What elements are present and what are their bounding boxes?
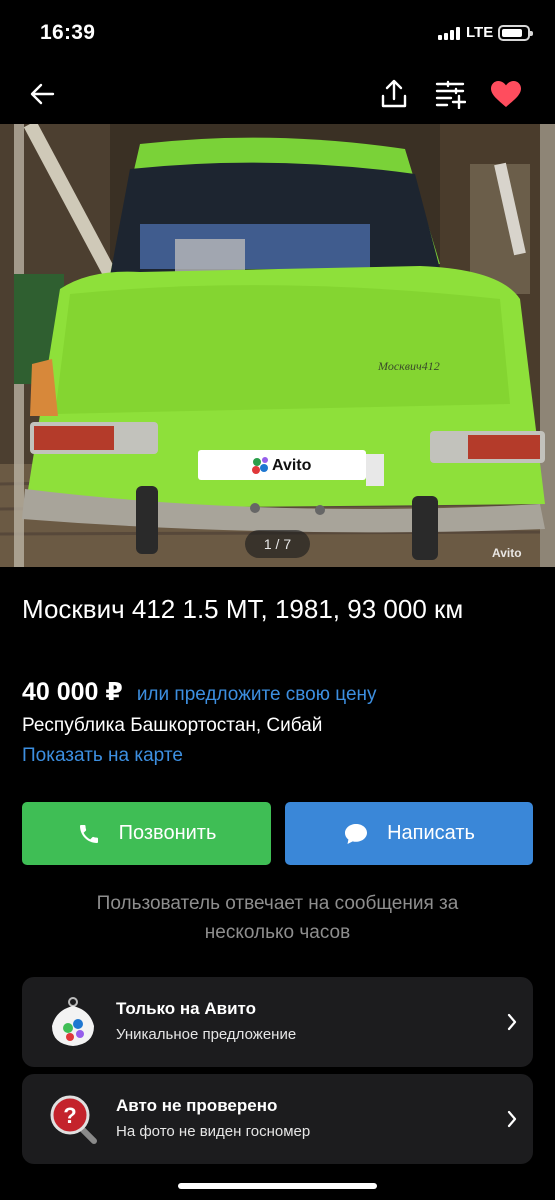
status-bar: 16:39 LTE — [0, 0, 555, 64]
svg-text:?: ? — [63, 1103, 76, 1128]
card-title: Авто не проверено — [116, 1096, 278, 1115]
phone-icon — [77, 822, 101, 846]
listing-photo[interactable]: Москвич412 Avito 1 / 7 Avito — [0, 124, 555, 567]
home-indicator[interactable] — [178, 1183, 377, 1189]
car-not-verified-card[interactable]: ? Авто не проверено На фото не виден гос… — [22, 1074, 533, 1164]
call-button-label: Позвонить — [118, 822, 217, 844]
chevron-right-icon — [507, 1110, 517, 1133]
call-button[interactable]: Позвонить — [22, 802, 271, 865]
chat-bubble-icon — [343, 822, 369, 846]
car-photo-illustration: Москвич412 Avito — [0, 124, 555, 567]
signal-icon — [438, 27, 460, 40]
heart-icon[interactable] — [488, 76, 524, 112]
listing-price: 40 000 ₽ — [22, 678, 123, 706]
price-row: 40 000 ₽ или предложите свою цену — [22, 677, 377, 707]
reply-time-note: Пользователь отвечает на сообщения за не… — [0, 889, 555, 947]
listing-title: Москвич 412 1.5 MT, 1981, 93 000 км — [22, 594, 464, 624]
only-on-avito-card[interactable]: Только на Авито Уникальное предложение — [22, 977, 533, 1067]
listing-location: Республика Башкортостан, Сибай — [22, 715, 323, 736]
back-arrow-icon[interactable] — [24, 76, 60, 112]
offer-price-link[interactable]: или предложите свою цену — [137, 684, 377, 706]
question-magnifier-icon: ? — [46, 1091, 100, 1147]
show-on-map-link[interactable]: Показать на карте — [22, 745, 183, 767]
message-button[interactable]: Написать — [285, 802, 533, 865]
photo-counter: 1 / 7 — [245, 530, 310, 558]
card-subtitle: Уникальное предложение — [116, 1026, 297, 1043]
reply-note-text: Пользователь отвечает на сообщения за не… — [96, 893, 459, 943]
top-bar — [0, 64, 555, 124]
card-title: Только на Авито — [116, 999, 257, 1018]
status-time: 16:39 — [40, 21, 96, 44]
share-icon[interactable] — [376, 76, 412, 112]
battery-icon — [498, 25, 533, 41]
photo-watermark: Avito — [492, 546, 522, 560]
message-button-label: Написать — [387, 822, 475, 844]
avito-tag-icon — [46, 994, 100, 1050]
chevron-right-icon — [507, 1013, 517, 1036]
network-type: LTE — [466, 24, 494, 41]
car-badge: Москвич412 — [377, 359, 440, 373]
plate-logo-text: Avito — [272, 457, 312, 474]
card-subtitle: На фото не виден госномер — [116, 1123, 311, 1140]
listing-content: Москвич 412 1.5 MT, 1981, 93 000 км 40 0… — [0, 567, 555, 1200]
compare-list-icon[interactable] — [432, 76, 468, 112]
